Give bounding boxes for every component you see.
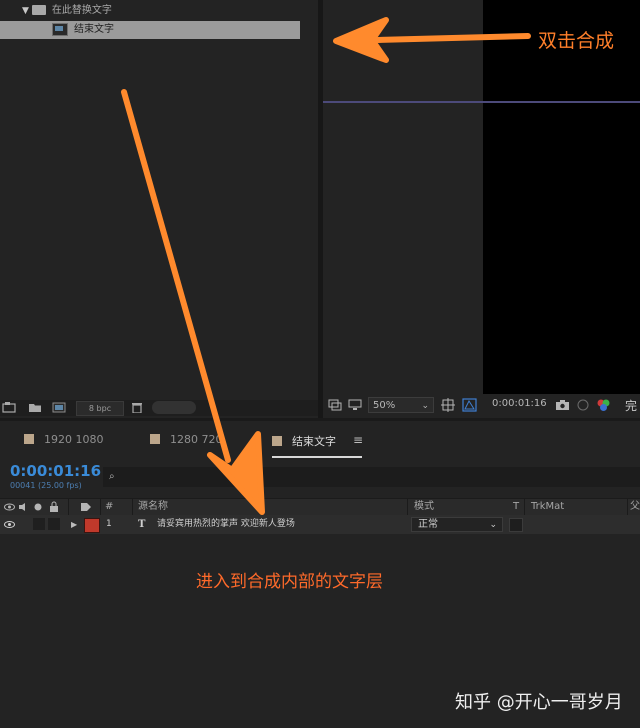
trash-icon[interactable] — [130, 402, 144, 413]
blend-mode-select[interactable]: 正常 ⌄ — [411, 517, 503, 532]
layer-index: 1 — [106, 519, 112, 529]
comp-color-swatch — [150, 434, 160, 444]
composition-viewer[interactable] — [323, 0, 640, 394]
layer-lock-switch[interactable] — [48, 518, 60, 530]
lock-icon — [50, 501, 58, 512]
layer-search-input[interactable]: ⌕ — [103, 467, 640, 487]
layer-row[interactable]: ▶ 1 T 请妥宾用热烈的掌声 欢迎新人登场 正常 ⌄ — [0, 515, 640, 534]
tab-1920-1080[interactable]: 1920 1080 — [24, 433, 104, 446]
panel-menu-icon[interactable]: ≡ — [353, 433, 363, 447]
rgb-channels-icon[interactable] — [596, 398, 611, 412]
project-comp-item[interactable]: 结束文字 — [0, 21, 300, 39]
project-panel-toolbar: 8 bpc — [0, 400, 318, 416]
timeline-tab-bar: 1920 1080 1280 720 结束文字 ≡ — [0, 418, 640, 461]
disclosure-triangle-icon[interactable]: ▼ — [22, 6, 29, 16]
monitor-icon[interactable] — [348, 399, 362, 411]
new-composition-icon[interactable] — [52, 402, 66, 413]
column-number: # — [105, 501, 114, 512]
layer-label-color[interactable] — [84, 518, 100, 533]
interpret-footage-icon[interactable] — [2, 402, 16, 413]
toolbar-overflow-text: 完 — [625, 399, 638, 413]
active-tab-indicator — [272, 456, 362, 458]
eye-icon — [4, 503, 15, 511]
column-source-name[interactable]: 源名称 — [138, 499, 168, 515]
project-folder-row[interactable]: ▼ 在此替换文字 — [0, 2, 112, 20]
layer-column-header: # 源名称 模式 T TrkMat 父 — [0, 498, 640, 516]
column-mode: 模式 — [414, 501, 434, 512]
watermark: 知乎 @开心一哥岁月 — [455, 692, 623, 713]
solo-icon — [34, 503, 42, 511]
color-depth-button[interactable]: 8 bpc — [76, 401, 124, 416]
comp-color-swatch — [24, 434, 34, 444]
folder-label: 在此替换文字 — [51, 5, 112, 16]
current-time-display[interactable]: 0:00:01:16 — [10, 462, 101, 480]
annotation-enter-layer: 进入到合成内部的文字层 — [196, 572, 383, 592]
comp-color-swatch — [272, 436, 282, 446]
tab-end-text[interactable]: 结束文字 — [272, 433, 336, 449]
layer-solo-switch[interactable] — [33, 518, 45, 530]
audio-icon — [19, 503, 25, 511]
preserve-transparency-toggle[interactable] — [509, 518, 523, 532]
composition-canvas[interactable] — [483, 0, 640, 394]
text-layer-type-icon: T — [138, 519, 146, 530]
composition-icon — [52, 22, 68, 36]
column-parent: 父 — [630, 501, 640, 512]
project-scrollbar[interactable] — [152, 401, 196, 414]
layer-name[interactable]: 请妥宾用热烈的掌声 欢迎新人登场 — [157, 515, 295, 534]
camera-snapshot-icon[interactable] — [555, 399, 570, 411]
expand-layer-triangle-icon[interactable]: ▶ — [71, 515, 77, 534]
comp-item-label: 结束文字 — [74, 24, 114, 35]
label-tag-icon — [81, 503, 91, 511]
new-folder-icon[interactable] — [28, 402, 42, 413]
project-panel: ▼ 在此替换文字 结束文字 8 bpc — [0, 0, 318, 418]
viewer-timecode[interactable]: 0:00:01:16 — [492, 398, 547, 409]
folder-icon — [31, 5, 46, 15]
region-of-interest-icon[interactable] — [462, 398, 477, 412]
search-icon: ⌕ — [109, 471, 115, 482]
column-track-matte-t: T — [513, 501, 520, 512]
grid-guides-icon[interactable] — [441, 398, 455, 412]
show-snapshot-icon[interactable] — [576, 398, 590, 412]
frame-count: 00041 (25.00 fps) — [10, 481, 82, 490]
chevron-down-icon: ⌄ — [421, 401, 429, 411]
column-trkmat: TrkMat — [531, 501, 565, 512]
guide-line — [323, 101, 640, 103]
layer-visibility-eye-icon[interactable] — [4, 520, 15, 529]
viewer-toolbar: 50% ⌄ 0:00:01:16 完 — [323, 394, 640, 418]
annotation-double-click: 双击合成 — [538, 30, 615, 52]
zoom-select[interactable]: 50% ⌄ — [368, 397, 434, 413]
tab-1280-720[interactable]: 1280 720 — [150, 433, 223, 446]
chevron-down-icon: ⌄ — [489, 520, 497, 530]
always-preview-icon[interactable] — [328, 399, 342, 411]
